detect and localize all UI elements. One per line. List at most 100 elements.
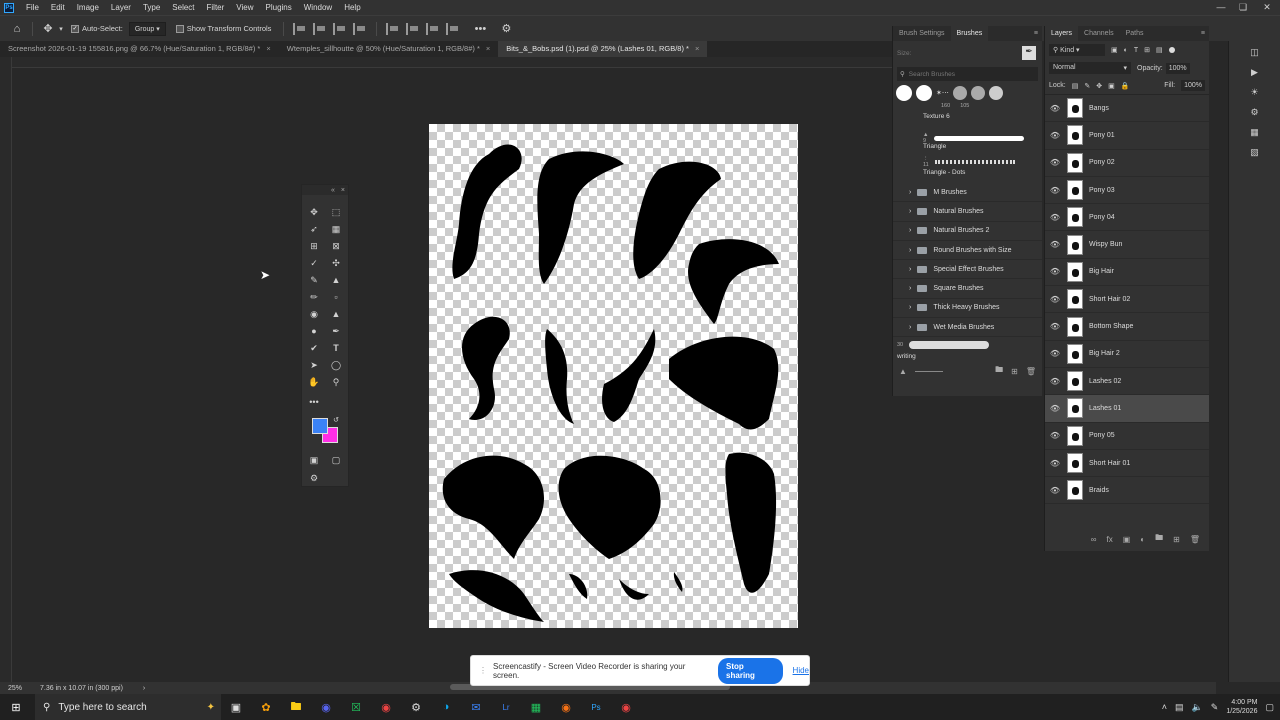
menu-filter[interactable]: Filter — [201, 0, 231, 15]
doc-tab-screenshot[interactable]: Screenshot 2026-01-19 155816.png @ 66.7%… — [0, 41, 279, 57]
brush-folder[interactable]: › Square Brushes — [893, 279, 1042, 299]
move-tool-icon[interactable]: ✥ — [307, 205, 321, 219]
round-brush-preset[interactable] — [916, 85, 932, 101]
chevron-down-icon[interactable]: ▾ — [57, 20, 65, 38]
show-transform-checkbox[interactable]: Show Transform Controls — [175, 24, 271, 33]
doc-tab-temples[interactable]: Wtemples_sillhoutte @ 50% (Hue/Saturatio… — [279, 41, 499, 57]
fx-icon[interactable]: fx — [1107, 535, 1113, 544]
visibility-eye-icon[interactable]: 👁 — [1045, 459, 1065, 468]
hide-link[interactable]: Hide — [793, 666, 809, 675]
menu-help[interactable]: Help — [338, 0, 366, 15]
filter-shape-icon[interactable]: ⊞ — [1144, 46, 1150, 54]
tab-layers[interactable]: Layers — [1045, 26, 1079, 41]
notification-icon[interactable]: ▢ — [1265, 702, 1274, 713]
horizontal-ruler[interactable] — [12, 57, 892, 68]
visibility-eye-icon[interactable]: 👁 — [1045, 486, 1065, 495]
auto-select-target-dropdown[interactable]: Group ▾ — [128, 21, 166, 36]
new-brush-icon[interactable]: ⊞ — [1011, 367, 1018, 376]
lasso-tool-icon[interactable]: ➶ — [307, 222, 321, 236]
brush-folder[interactable]: › Special Effect Brushes — [893, 260, 1042, 280]
soft-brush-preset[interactable] — [952, 86, 967, 100]
close-tab-icon[interactable]: × — [695, 41, 699, 57]
layer-row[interactable]: 👁 Big Hair — [1045, 259, 1209, 287]
edit-toolbar-icon[interactable]: ⚙ — [307, 471, 321, 485]
restore-icon[interactable]: ❏ — [1232, 0, 1254, 15]
layer-row[interactable]: 👁 Bottom Shape — [1045, 313, 1209, 341]
discord-icon[interactable]: ◉ — [316, 698, 336, 716]
volume-icon[interactable]: 🔈 — [1192, 702, 1203, 713]
visibility-eye-icon[interactable]: 👁 — [1045, 349, 1065, 358]
filter-adjustment-icon[interactable]: ◐ — [1124, 47, 1128, 54]
chrome-profile-icon[interactable]: ◉ — [556, 698, 576, 716]
menu-window[interactable]: Window — [298, 0, 338, 15]
visibility-eye-icon[interactable]: 👁 — [1045, 213, 1065, 222]
chevron-up-icon[interactable]: ˄ — [1162, 702, 1167, 712]
quick-mask-icon[interactable]: ▣ — [307, 453, 321, 467]
blur-tool-icon[interactable]: ▲ — [329, 307, 343, 321]
layer-row[interactable]: 👁 Pony 03 — [1045, 177, 1209, 205]
hand-tool-icon[interactable]: ✋ — [307, 375, 321, 389]
add-mask-icon[interactable]: ▣ — [1123, 535, 1131, 544]
menu-image[interactable]: Image — [71, 0, 105, 15]
more-options-button[interactable]: ••• — [471, 20, 489, 38]
lock-pixels-icon[interactable]: ▤ — [1072, 82, 1079, 90]
search-brushes-input[interactable]: ⚲ Search Brushes — [897, 67, 1038, 81]
home-icon[interactable]: ⌂ — [8, 20, 26, 38]
dodge-tool-icon[interactable]: ● — [307, 324, 321, 338]
tab-paths[interactable]: Paths — [1120, 26, 1150, 41]
layer-row[interactable]: 👁 Big Hair 2 — [1045, 341, 1209, 368]
visibility-eye-icon[interactable]: 👁 — [1045, 295, 1065, 304]
swap-colors-icon[interactable]: ↺ — [329, 413, 343, 427]
chrome-icon[interactable]: ◉ — [376, 698, 396, 716]
align-left-icon[interactable] — [293, 22, 307, 35]
menu-view[interactable]: View — [230, 0, 259, 15]
visibility-eye-icon[interactable]: 👁 — [1045, 267, 1065, 276]
layer-row[interactable]: 👁 Short Hair 01 — [1045, 450, 1209, 478]
gear-icon[interactable]: ⚙ — [497, 20, 515, 38]
close-tab-icon[interactable]: × — [266, 41, 270, 57]
align-middle-icon[interactable] — [406, 22, 420, 35]
layer-row[interactable]: 👁 Pony 01 — [1045, 122, 1209, 150]
menu-edit[interactable]: Edit — [45, 0, 71, 15]
paragraph-icon[interactable]: ▧ — [1248, 147, 1262, 161]
layer-row[interactable]: 👁 Wispy Bun — [1045, 231, 1209, 259]
filter-smart-icon[interactable]: ▤ — [1156, 46, 1163, 54]
pen-tool-icon[interactable]: ✒ — [329, 324, 343, 338]
foreground-color-swatch[interactable] — [312, 418, 328, 434]
healing-brush-icon[interactable]: ✣ — [329, 256, 343, 270]
fill-input[interactable]: 100% — [1181, 80, 1205, 91]
filter-type-icon[interactable]: T — [1134, 47, 1138, 54]
visibility-eye-icon[interactable]: 👁 — [1045, 431, 1065, 440]
layer-row[interactable]: 👁 Pony 04 — [1045, 204, 1209, 232]
eyedropper-icon[interactable]: ✓ — [307, 256, 321, 270]
close-icon[interactable]: ✕ — [1256, 0, 1278, 15]
tab-channels[interactable]: Channels — [1078, 26, 1120, 41]
more-tools-icon[interactable]: ••• — [307, 395, 321, 409]
brush-folder[interactable]: › Thick Heavy Brushes — [893, 299, 1042, 319]
object-select-icon[interactable]: ▦ — [329, 222, 343, 236]
new-group-icon[interactable]: 🖿 — [1155, 532, 1163, 546]
brush-folder[interactable]: › Round Brushes with Size — [893, 241, 1042, 261]
brush-folder[interactable]: › Natural Brushes — [893, 202, 1042, 222]
align-right-icon[interactable] — [333, 22, 347, 35]
xbox-icon[interactable]: ☒ — [346, 698, 366, 716]
lock-artboard-icon[interactable]: ▣ — [1108, 82, 1115, 90]
align-center-icon[interactable] — [313, 22, 327, 35]
folder-icon[interactable]: 🖿 — [995, 364, 1003, 378]
layer-row[interactable]: 👁 Bangs — [1045, 95, 1209, 123]
layer-row[interactable]: 👁 Pony 02 — [1045, 150, 1209, 177]
frame-tool-icon[interactable]: ⊠ — [329, 239, 343, 253]
path-select-icon[interactable]: ➤ — [307, 358, 321, 372]
layer-row[interactable]: 👁 Lashes 02 — [1045, 368, 1209, 396]
copilot-icon[interactable]: ✿ — [256, 698, 276, 716]
soft-brush-preset[interactable] — [988, 86, 1003, 100]
layer-row[interactable]: 👁 Braids — [1045, 477, 1209, 505]
link-layers-icon[interactable]: ∞ — [1091, 535, 1097, 544]
zoom-level[interactable]: 25% — [8, 685, 22, 692]
pen-icon[interactable]: ✎ — [1211, 702, 1219, 713]
brush-folder[interactable]: › Wet Media Brushes — [893, 318, 1042, 338]
layer-row-selected[interactable]: 👁 Lashes 01 — [1045, 395, 1209, 423]
type-tool-icon[interactable]: T — [329, 341, 343, 355]
texture-label[interactable]: Texture 6 — [893, 113, 1042, 123]
task-view-icon[interactable]: ▣ — [226, 698, 246, 716]
